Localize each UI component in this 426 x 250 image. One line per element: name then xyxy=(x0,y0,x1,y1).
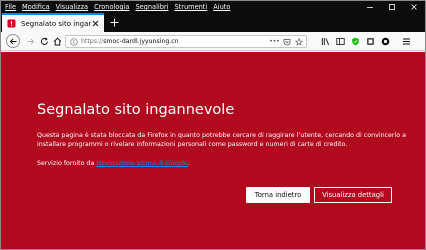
navigation-toolbar: https://smoc-dardl.jyyunsing.cn ••• xyxy=(1,32,425,51)
extension-button[interactable] xyxy=(364,35,377,48)
bookmark-star-icon[interactable] xyxy=(294,37,303,46)
menu-modifica[interactable]: Modifica xyxy=(22,2,50,12)
url-actions: ••• xyxy=(269,37,303,46)
provider-prefix: Servizio fornito da xyxy=(37,160,97,167)
reload-button[interactable] xyxy=(38,35,51,48)
menu-bar: File Modifica Visualizza Cronologia Segn… xyxy=(5,2,230,12)
close-icon xyxy=(411,4,417,10)
menu-aiuto[interactable]: Aiuto xyxy=(213,2,230,12)
url-host: smoc-dardl.jyyunsing.cn xyxy=(103,38,179,45)
forward-button[interactable] xyxy=(24,35,37,48)
page-actions-button[interactable]: ••• xyxy=(269,37,280,46)
account-button[interactable] xyxy=(379,35,392,48)
menu-strumenti[interactable]: Strumenti xyxy=(174,2,207,12)
warning-description: Questa pagina è stata bloccata da Firefo… xyxy=(37,132,406,149)
warning-icon xyxy=(7,19,16,28)
view-details-button[interactable]: Visualizza dettagli xyxy=(314,187,392,203)
menu-file[interactable]: File xyxy=(5,2,16,12)
close-window-button[interactable] xyxy=(403,1,425,13)
tab-close-icon[interactable] xyxy=(91,19,100,28)
deceptive-site-warning-page: Segnalato sito ingannevole Questa pagina… xyxy=(1,52,425,249)
tab-title: Segnalato sito ingannevole xyxy=(21,19,91,28)
plus-icon xyxy=(110,18,119,27)
firefox-account-icon xyxy=(381,37,390,46)
shield-icon xyxy=(352,37,359,46)
minimize-button[interactable] xyxy=(359,1,381,13)
extension-icon xyxy=(367,38,374,45)
address-bar[interactable]: https://smoc-dardl.jyyunsing.cn ••• xyxy=(65,35,307,48)
go-back-button[interactable]: Torna indietro xyxy=(246,187,310,203)
minimize-icon xyxy=(367,7,373,8)
window-controls xyxy=(359,1,425,13)
title-bar: File Modifica Visualizza Cronologia Segn… xyxy=(1,1,425,32)
library-button[interactable] xyxy=(319,35,332,48)
page-title: Segnalato sito ingannevole xyxy=(37,102,235,118)
arrow-right-icon xyxy=(27,38,35,45)
new-tab-button[interactable] xyxy=(108,16,121,29)
menu-button[interactable] xyxy=(400,35,413,48)
arrow-left-icon xyxy=(9,38,16,44)
home-icon xyxy=(53,37,62,46)
url-scheme: https:// xyxy=(81,38,104,45)
info-icon[interactable] xyxy=(69,37,79,47)
tab-active[interactable]: Segnalato sito ingannevole xyxy=(2,13,104,32)
pocket-icon[interactable] xyxy=(282,37,291,46)
sidebar-button[interactable] xyxy=(334,35,347,48)
provider-line: Servizio fornito da Navigazione sicura d… xyxy=(37,160,190,167)
provider-suffix: . xyxy=(187,160,190,167)
menu-cronologia[interactable]: Cronologia xyxy=(94,2,129,12)
library-icon xyxy=(321,38,330,45)
maximize-icon xyxy=(389,4,395,10)
menu-visualizza[interactable]: Visualizza xyxy=(56,2,88,12)
shield-extension-button[interactable] xyxy=(349,35,362,48)
reload-icon xyxy=(40,37,48,45)
sidebar-icon xyxy=(336,38,345,45)
menu-segnalibri[interactable]: Segnalibri xyxy=(135,2,168,12)
home-button[interactable] xyxy=(51,35,64,48)
safe-browsing-link[interactable]: Navigazione sicura di Google xyxy=(96,160,188,167)
hamburger-icon xyxy=(403,38,410,45)
back-button[interactable] xyxy=(6,34,20,48)
maximize-button[interactable] xyxy=(381,1,403,13)
url-text[interactable]: https://smoc-dardl.jyyunsing.cn xyxy=(81,38,270,45)
browser-window: File Modifica Visualizza Cronologia Segn… xyxy=(0,0,426,250)
